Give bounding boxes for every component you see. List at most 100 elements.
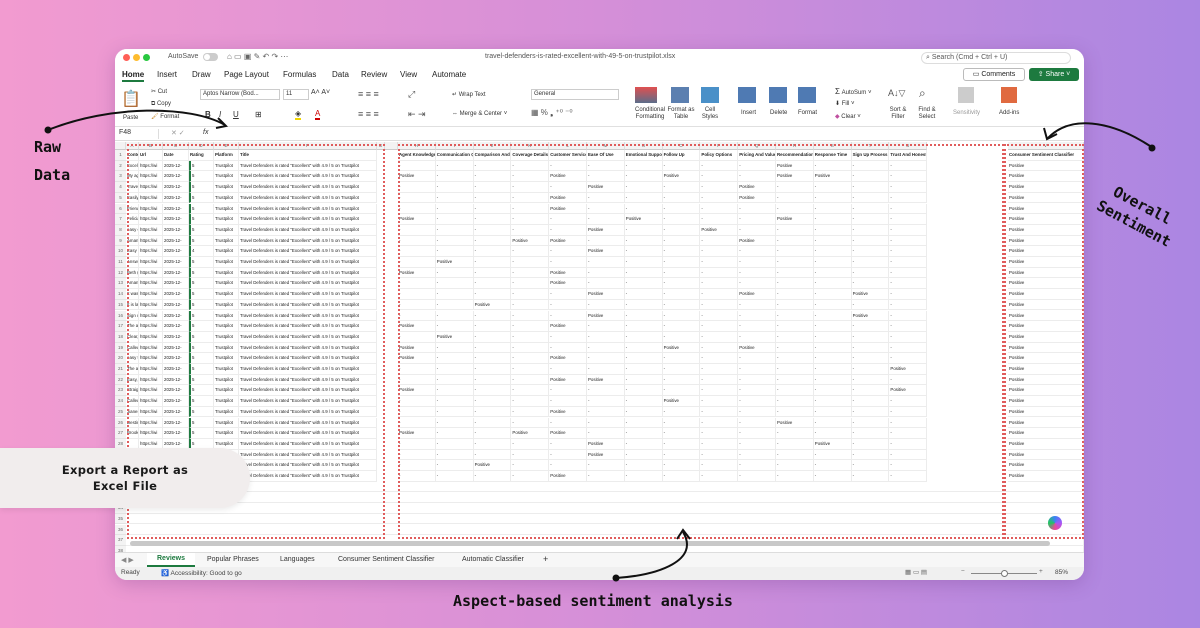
aspect-cell[interactable]: - xyxy=(700,192,739,204)
rating-cell[interactable]: 5 xyxy=(189,299,214,311)
aspect-cell[interactable]: - xyxy=(700,342,739,354)
aspect-cell[interactable]: - xyxy=(473,267,512,279)
aspect-cell[interactable]: - xyxy=(511,203,550,215)
aspect-cell[interactable]: - xyxy=(624,460,663,471)
aspect-cell[interactable]: - xyxy=(813,224,852,236)
aspect-cell[interactable]: Positive xyxy=(587,289,625,300)
date-cell[interactable]: 2025-12- xyxy=(163,428,189,439)
aspect-cell[interactable]: - xyxy=(662,235,701,247)
content-cell[interactable]: Clear, con xyxy=(126,331,139,343)
content-cell[interactable]: Felicia wa xyxy=(126,214,139,225)
date-cell[interactable]: 2025-12- xyxy=(163,182,189,193)
tab-page-layout[interactable]: Page Layout xyxy=(224,70,269,79)
overall-sentiment-cell[interactable]: Positive xyxy=(1008,171,1084,183)
aspect-cell[interactable]: - xyxy=(700,385,739,397)
aspect-cell[interactable]: - xyxy=(398,438,436,450)
title-cell[interactable]: Travel Defenders is rated "Excellent" wi… xyxy=(239,310,377,322)
url-cell[interactable]: https://wi xyxy=(139,171,163,183)
rating-cell[interactable]: 5 xyxy=(189,342,214,354)
aspect-cell[interactable]: - xyxy=(624,364,663,375)
aspect-cell[interactable]: - xyxy=(435,299,474,311)
aspect-cell[interactable]: - xyxy=(813,192,852,204)
column-header[interactable]: O xyxy=(662,142,701,150)
aspect-cell[interactable]: - xyxy=(435,438,474,450)
aspect-cell[interactable]: - xyxy=(700,374,739,386)
row-header[interactable]: 13 xyxy=(115,278,126,290)
aspect-cell[interactable]: - xyxy=(889,438,928,450)
aspect-cell[interactable]: - xyxy=(435,310,474,322)
addins-button[interactable]: Add-ins xyxy=(999,110,1019,116)
aspect-cell[interactable]: - xyxy=(511,374,550,386)
date-cell[interactable]: 2025-12- xyxy=(163,214,189,225)
column-header[interactable]: L xyxy=(549,142,587,150)
row-header[interactable]: 26 xyxy=(115,417,126,429)
sheet-tab-popular-phrases[interactable]: Popular Phrases xyxy=(207,556,259,563)
content-cell[interactable]: Easily fou xyxy=(126,192,139,204)
aspect-cell[interactable]: - xyxy=(624,428,663,439)
aspect-cell[interactable]: - xyxy=(889,460,928,471)
aspect-cell[interactable]: - xyxy=(738,246,776,257)
aspect-header-cell[interactable]: Emotional Support xyxy=(624,150,663,161)
url-cell[interactable]: https://wi xyxy=(139,364,163,375)
aspect-cell[interactable]: - xyxy=(435,342,474,354)
date-cell[interactable]: 2025-12- xyxy=(163,246,189,257)
aspect-cell[interactable]: - xyxy=(549,214,587,225)
title-cell[interactable]: Travel Defenders is rated "Excellent" wi… xyxy=(239,203,377,215)
aspect-cell[interactable]: - xyxy=(738,406,776,418)
aspect-cell[interactable]: - xyxy=(776,289,814,300)
autosave-toggle[interactable] xyxy=(203,53,218,61)
aspect-cell[interactable]: - xyxy=(549,224,587,236)
aspect-cell[interactable]: Positive xyxy=(549,353,587,364)
title-cell[interactable]: Travel Defenders is rated "Excellent" wi… xyxy=(239,374,377,386)
aspect-cell[interactable]: - xyxy=(624,321,663,332)
aspect-cell[interactable]: - xyxy=(511,310,550,322)
aspect-cell[interactable]: - xyxy=(776,321,814,332)
row-header[interactable]: 36 xyxy=(115,524,126,536)
aspect-cell[interactable]: - xyxy=(700,203,739,215)
aspect-cell[interactable]: - xyxy=(813,331,852,343)
aspect-cell[interactable]: - xyxy=(889,214,928,225)
aspect-cell[interactable]: - xyxy=(889,396,928,407)
date-cell[interactable]: 2025-12- xyxy=(163,171,189,183)
platform-cell[interactable]: Trustpilot xyxy=(214,331,239,343)
zoom-in-button[interactable]: + xyxy=(1039,568,1043,575)
title-cell[interactable]: Travel Defenders is rated "Excellent" wi… xyxy=(239,224,377,236)
aspect-cell[interactable]: - xyxy=(511,214,550,225)
aspect-cell[interactable]: - xyxy=(587,396,625,407)
aspect-cell[interactable]: - xyxy=(511,406,550,418)
aspect-cell[interactable]: - xyxy=(511,182,550,193)
aspect-cell[interactable]: - xyxy=(738,353,776,364)
aspect-cell[interactable]: - xyxy=(700,471,739,482)
aspect-cell[interactable]: - xyxy=(511,171,550,183)
title-cell[interactable]: Travel Defenders is rated "Excellent" wi… xyxy=(239,192,377,204)
aspect-cell[interactable]: - xyxy=(662,246,701,257)
aspect-cell[interactable]: - xyxy=(738,171,776,183)
aspect-cell[interactable]: - xyxy=(738,299,776,311)
sheet-nav-arrows[interactable]: ◀ ▶ xyxy=(121,556,134,564)
content-cell[interactable]: Answered xyxy=(126,257,139,268)
aspect-cell[interactable]: - xyxy=(662,310,701,322)
aspect-cell[interactable]: - xyxy=(587,353,625,364)
aspect-cell[interactable]: - xyxy=(624,438,663,450)
aspect-cell[interactable]: - xyxy=(889,160,928,172)
sensitivity-icon[interactable] xyxy=(958,87,974,103)
aspect-cell[interactable]: - xyxy=(776,364,814,375)
overall-header-cell[interactable]: Consumer Sentiment Classifier xyxy=(1008,150,1084,161)
rating-cell[interactable]: 5 xyxy=(189,385,214,397)
content-cell[interactable]: Easy, free xyxy=(126,374,139,386)
platform-cell[interactable]: Trustpilot xyxy=(214,160,239,172)
title-cell[interactable]: Travel Defenders is rated "Excellent" wi… xyxy=(239,385,377,397)
aspect-cell[interactable]: Positive xyxy=(662,171,701,183)
aspect-cell[interactable]: - xyxy=(624,374,663,386)
aspect-cell[interactable]: - xyxy=(700,171,739,183)
aspect-cell[interactable]: - xyxy=(435,364,474,375)
aspect-cell[interactable]: Positive xyxy=(738,342,776,354)
aspect-cell[interactable]: - xyxy=(511,342,550,354)
aspect-cell[interactable]: - xyxy=(398,299,436,311)
aspect-cell[interactable]: - xyxy=(549,438,587,450)
aspect-cell[interactable]: - xyxy=(700,438,739,450)
column-header[interactable]: U xyxy=(889,142,928,150)
aspect-cell[interactable]: - xyxy=(813,267,852,279)
column-header[interactable]: I xyxy=(435,142,474,150)
title-cell[interactable]: Travel Defenders is rated "Excellent" wi… xyxy=(239,182,377,193)
